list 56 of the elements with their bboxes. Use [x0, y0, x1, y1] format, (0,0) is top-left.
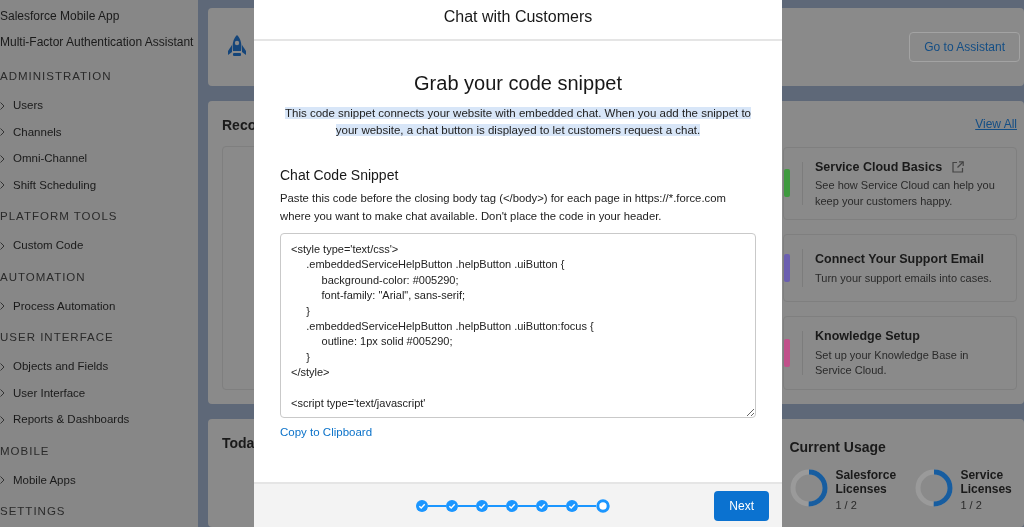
sidebar-item[interactable]: Omni-Channel [0, 145, 198, 172]
sidebar-item[interactable]: Process Automation [0, 292, 198, 319]
code-field[interactable]: <style type='text/css'> .embeddedServiceHelpButton .helpButton .uiButton { background-color: #005290; font-family: "Arial", sans-serif; } .embeddedServiceHelpButton .helpButton .uiButton:focus { outline: 1px solid #005290; } </style> <script type='text/javascript' [280, 233, 756, 418]
sidebar-item[interactable]: Custom Code [0, 232, 198, 259]
chevron-right-icon [0, 241, 5, 250]
sidebar-item[interactable]: Mobile Apps [0, 466, 198, 493]
chevron-right-icon [0, 302, 5, 311]
item-description: Set up your Knowledge Base in Service Cloud. [815, 347, 970, 379]
chevron-right-icon [0, 101, 5, 110]
usage-donut [789, 467, 830, 508]
chevron-right-icon [0, 389, 5, 398]
chevron-right-icon [0, 476, 5, 485]
section-heading: MOBILE [0, 443, 51, 459]
instructions-text: Paste this code before the closing body tag (</body>) for each page in https://*.force.com where you want to make chat available. Don't place the code in your header. [280, 191, 727, 224]
card-title: Current Usage [789, 437, 886, 457]
next-button[interactable]: Next [714, 490, 769, 521]
sidebar-link[interactable]: Salesforce Mobile App [0, 6, 198, 32]
usage-count: 1 / 2 [960, 497, 983, 513]
item-title: Knowledge Setup [815, 328, 920, 346]
section-heading: USER INTERFACE [0, 330, 115, 345]
sidebar-item[interactable]: User Interface [0, 379, 198, 406]
rocket-icon [226, 34, 248, 59]
item-description: See how Service Cloud can help you keep your customers happy. [815, 178, 996, 209]
recommendation-item[interactable]: Connect Your Support Email Turn your support emails into cases. [783, 234, 1017, 303]
go-to-assistant-button[interactable]: Go to Assistant [909, 31, 1020, 62]
section-heading: PLATFORM TOOLS [0, 209, 119, 224]
sidebar-item[interactable]: Users [0, 92, 198, 119]
intro-text: This code snippet connects your website with embedded chat. When you add the snippet to your website, a chat button is displayed to let customers request a chat. [284, 106, 752, 138]
modal-title: Chat with Customers [254, 0, 782, 41]
sidebar-item[interactable]: Objects and Fields [0, 353, 198, 380]
card-title: Toda [222, 433, 255, 453]
sidebar-item[interactable]: Shift Scheduling [0, 171, 198, 198]
item-title: Connect Your Support Email [815, 251, 984, 269]
sidebar-item[interactable]: Reports & Dashboards [0, 406, 198, 433]
recommendation-item[interactable]: Knowledge Setup Set up your Knowledge Base in Service Cloud. [783, 316, 1017, 390]
view-all-link[interactable]: View All [783, 114, 1017, 133]
chevron-right-icon [0, 181, 5, 190]
heading: Grab your code snippet [413, 71, 623, 95]
section-heading: AUTOMATION [0, 269, 87, 285]
usage-label: Salesforce Licenses [835, 467, 898, 497]
item-title: Service Cloud Basics [815, 158, 943, 176]
section-title: Chat Code Snippet [280, 166, 400, 185]
chevron-right-icon [0, 154, 5, 163]
section-heading: SETTINGS [0, 504, 67, 519]
usage-donut [914, 467, 955, 508]
recommendation-item[interactable]: Service Cloud Basics See how Service Cloud can help you keep your customers happy. [783, 146, 1017, 221]
chevron-right-icon [0, 415, 5, 424]
sidebar-item[interactable]: Channels [0, 118, 198, 145]
section-heading: ADMINISTRATION [0, 69, 113, 84]
item-description: Turn your support emails into cases. [815, 270, 992, 286]
usage-count: 1 / 2 [835, 497, 858, 513]
copy-to-clipboard-link[interactable]: Copy to Clipboard [280, 424, 373, 442]
usage-label: Service Licenses [960, 467, 1013, 497]
chevron-right-icon [0, 128, 5, 137]
sidebar-link[interactable]: Multi-Factor Authentication Assistant [0, 32, 198, 58]
chevron-right-icon [0, 362, 5, 371]
